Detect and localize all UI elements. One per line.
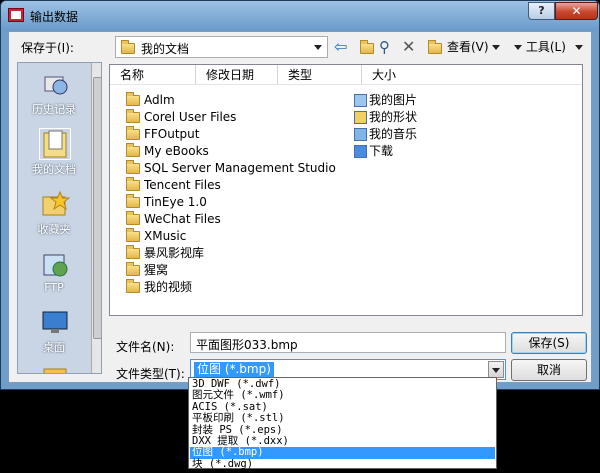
music-icon xyxy=(354,128,367,141)
new-folder-icon[interactable] xyxy=(425,37,445,57)
favorites-icon xyxy=(42,190,70,216)
tools-label: 工具(L) xyxy=(525,40,566,54)
folder-icon xyxy=(126,92,140,106)
desktop-icon xyxy=(42,311,68,333)
column-header-modified[interactable]: 修改日期 xyxy=(196,65,278,85)
dialog-title: 输出数据 xyxy=(30,10,79,24)
save-button[interactable]: 保存(S) xyxy=(511,332,587,354)
place-history[interactable]: 历史记录 xyxy=(18,65,90,133)
place-label: FTP xyxy=(44,281,64,294)
place-label: 桌面 xyxy=(43,341,65,354)
cancel-button[interactable]: 取消 xyxy=(511,359,587,381)
folder-icon xyxy=(360,40,374,54)
place-label: 收藏夹 xyxy=(37,223,71,236)
folder-icon xyxy=(126,160,140,174)
pictures-icon xyxy=(354,94,367,107)
title-bar[interactable]: 输出数据 ? ✕ xyxy=(1,1,599,31)
place-more[interactable] xyxy=(18,361,90,373)
filetype-label: 文件类型(T): xyxy=(116,367,185,381)
ftp-icon xyxy=(43,254,68,277)
place-favorites[interactable]: 收藏夹 xyxy=(18,185,90,253)
folder-icon xyxy=(126,177,140,191)
folder-icon xyxy=(126,143,140,157)
folder-icon xyxy=(126,211,140,225)
search-icon[interactable]: ⚲ xyxy=(379,37,399,57)
place-my-documents[interactable]: 我的文档 xyxy=(18,125,90,193)
help-button[interactable]: ? xyxy=(528,2,555,20)
download-icon xyxy=(354,145,367,158)
save-in-label: 保存于(I): xyxy=(21,41,74,55)
folder-icon xyxy=(121,40,135,54)
history-icon xyxy=(44,76,68,95)
folder-icon xyxy=(428,40,442,54)
folder-icon xyxy=(126,279,140,293)
folder-icon xyxy=(126,194,140,208)
chevron-down-icon xyxy=(492,368,500,373)
dialog-body: 保存于(I): 我的文档 ⇦ ⚲ ✕ 查看(V) 工具(L) 历史记录 我的文档… xyxy=(8,31,592,383)
column-header-size[interactable]: 大小 xyxy=(362,65,582,85)
chevron-down-icon xyxy=(514,45,522,50)
back-arrow-icon[interactable]: ⇦ xyxy=(334,37,354,57)
up-folder-icon[interactable] xyxy=(357,37,377,57)
chevron-down-icon xyxy=(575,45,583,50)
filetype-dropdown-button[interactable] xyxy=(488,361,504,378)
shapes-icon xyxy=(354,111,367,124)
chevron-down-icon xyxy=(492,45,501,50)
places-scrollbar[interactable] xyxy=(91,63,101,373)
place-label: 我的文档 xyxy=(32,163,76,176)
filetype-value: 位图 (*.bmp) xyxy=(194,362,274,377)
filetype-option[interactable]: 块 (*.dwg) xyxy=(190,458,495,470)
filetype-dropdown-list: 3D DWF (*.dwf) 图元文件 (*.wmf) ACIS (*.sat)… xyxy=(188,377,497,470)
save-dialog: 输出数据 ? ✕ 保存于(I): 我的文档 ⇦ ⚲ ✕ 查看(V) 工具(L) xyxy=(0,0,600,390)
view-menu[interactable]: 查看(V) xyxy=(447,37,507,57)
place-label: 历史记录 xyxy=(32,103,76,116)
filename-label: 文件名(N): xyxy=(116,340,175,354)
my-documents-icon xyxy=(39,128,71,160)
chevron-down-icon[interactable] xyxy=(314,45,322,50)
app-icon xyxy=(8,8,24,22)
folder-icon xyxy=(126,126,140,140)
scrollbar-thumb[interactable] xyxy=(93,77,101,339)
column-header-name[interactable]: 名称 xyxy=(110,65,196,85)
folder-icon xyxy=(126,109,140,123)
close-button[interactable]: ✕ xyxy=(555,2,598,20)
delete-icon[interactable]: ✕ xyxy=(402,37,422,57)
filename-input[interactable]: 平面图形033.bmp xyxy=(190,332,506,353)
filetype-option[interactable]: 平板印刷 (*.stl) xyxy=(190,412,495,424)
places-bar: 历史记录 我的文档 收藏夹 FTP 桌面 xyxy=(17,62,102,374)
view-label: 查看(V) xyxy=(447,40,489,54)
tools-menu[interactable]: 工具(L) xyxy=(514,37,574,57)
toolbar-more-button[interactable] xyxy=(575,37,587,57)
column-header-type[interactable]: 类型 xyxy=(278,65,362,85)
folder-icon xyxy=(43,368,67,373)
folder-icon xyxy=(126,262,140,276)
file-list: 名称 修改日期 类型 大小 Adlm Corel User Files FFOu… xyxy=(109,64,583,316)
folder-icon xyxy=(126,228,140,242)
save-in-value: 我的文档 xyxy=(141,42,190,56)
save-in-dropdown[interactable]: 我的文档 xyxy=(115,36,328,58)
folder-icon xyxy=(126,245,140,259)
